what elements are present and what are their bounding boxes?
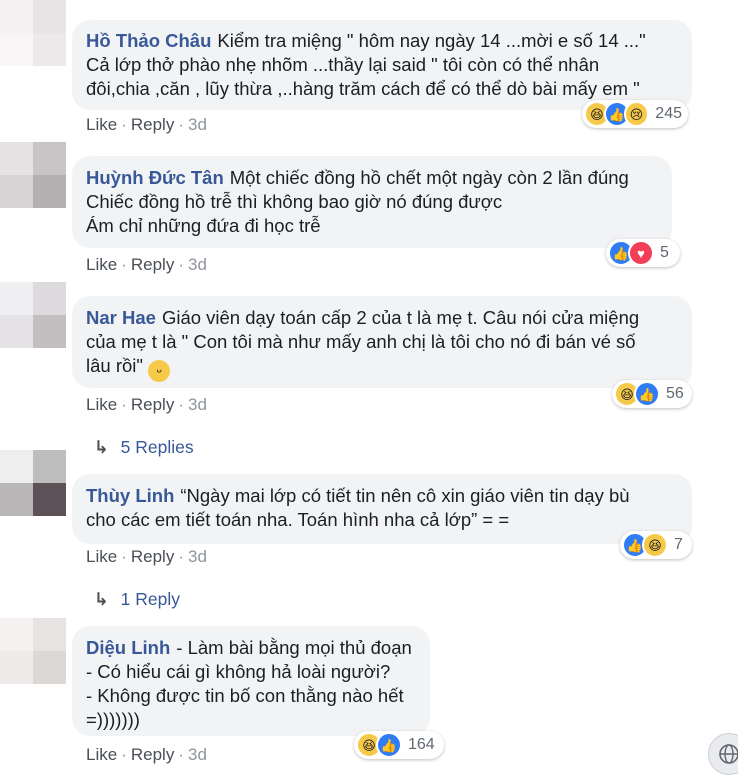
reply-link[interactable]: Reply	[131, 255, 174, 274]
separator: ·	[121, 547, 127, 566]
comment-text: =)))))))	[86, 709, 140, 730]
separator: ·	[178, 395, 184, 414]
comment-text: Kiểm tra miệng " hôm nay ngày 14 ...mời …	[217, 30, 646, 51]
separator: ·	[121, 255, 127, 274]
replies-count[interactable]: 5 Replies	[121, 437, 194, 457]
avatar[interactable]	[0, 142, 66, 208]
reply-link[interactable]: Reply	[131, 745, 174, 764]
reaction-summary[interactable]: 😆 👍 164	[354, 731, 444, 759]
comment-text: Giáo viên dạy toán cấp 2 của t là mẹ t. …	[161, 307, 640, 328]
comment-actions: Like · Reply · 3d	[86, 395, 207, 415]
reply-link[interactable]: Reply	[131, 115, 174, 134]
comment-text: “Ngày mai lớp có tiết tin nên cô xin giá…	[180, 485, 630, 506]
avatar[interactable]	[0, 0, 66, 66]
comment-text: - Làm bài bằng mọi thủ đoạn	[176, 637, 412, 658]
comment-author[interactable]: Huỳnh Đức Tân	[86, 167, 224, 188]
comment-author[interactable]: Thùy Linh	[86, 485, 174, 506]
avatar[interactable]	[0, 618, 66, 684]
replies-count[interactable]: 1 Reply	[121, 589, 180, 609]
timestamp[interactable]: 3d	[188, 745, 207, 764]
comment-author[interactable]: Nar Hae	[86, 307, 156, 328]
reaction-count: 164	[408, 736, 435, 753]
reaction-summary[interactable]: 👍 😆 7	[620, 531, 692, 559]
comment-bubble: Nar Hae Giáo viên dạy toán cấp 2 của t là…	[72, 296, 692, 388]
comment-text: - Có hiểu cái gì không hả loài người?	[86, 661, 391, 682]
comment-text: Cả lớp thở phào nhẹ nhõm ...thầy lại sai…	[86, 54, 600, 75]
comment-text: cho các em tiết toán nha. Toán hình nha …	[86, 509, 510, 530]
timestamp[interactable]: 3d	[188, 395, 207, 414]
comment-bubble: Thùy Linh “Ngày mai lớp có tiết tin nên c…	[72, 474, 692, 544]
reply-arrow-icon: ↳	[94, 437, 109, 457]
separator: ·	[178, 745, 184, 764]
avatar[interactable]	[0, 450, 66, 516]
comment-actions: Like · Reply · 3d	[86, 115, 207, 135]
separator: ·	[121, 745, 127, 764]
sad-reaction-icon: 😢	[623, 101, 650, 127]
globe-icon[interactable]	[708, 733, 738, 775]
like-link[interactable]: Like	[86, 745, 117, 764]
separator: ·	[178, 115, 184, 134]
reaction-summary[interactable]: 😆 👍 56	[612, 380, 692, 408]
reaction-count: 56	[666, 385, 684, 402]
comment-actions: Like · Reply · 3d	[86, 255, 207, 275]
reaction-summary[interactable]: 👍 ♥ 5	[606, 239, 680, 267]
separator: ·	[121, 115, 127, 134]
comment-author[interactable]: Hồ Thảo Châu	[86, 30, 211, 51]
comment-author[interactable]: Diệu Linh	[86, 637, 170, 658]
reaction-count: 245	[655, 105, 682, 122]
reply-link[interactable]: Reply	[131, 547, 174, 566]
comment-bubble: Huỳnh Đức Tân Một chiếc đồng hồ chết một …	[72, 156, 672, 248]
comment-text: của mẹ t là " Con tôi mà như mấy anh chị…	[86, 331, 636, 352]
view-replies-link[interactable]: ↳ 5 Replies	[94, 437, 194, 458]
like-link[interactable]: Like	[86, 395, 117, 414]
comment-text: Một chiếc đồng hồ chết một ngày còn 2 lầ…	[229, 167, 629, 188]
reaction-summary[interactable]: 😆 👍 😢 245	[582, 100, 688, 128]
like-link[interactable]: Like	[86, 255, 117, 274]
timestamp[interactable]: 3d	[188, 115, 207, 134]
avatar[interactable]	[0, 282, 66, 348]
comment-text: lâu rồi"	[86, 355, 143, 376]
love-reaction-icon: ♥	[628, 240, 654, 266]
comment-bubble: Hồ Thảo Châu Kiểm tra miệng " hôm nay ngà…	[72, 20, 692, 110]
smile-emoji-icon: ᵕ	[148, 360, 171, 382]
comment-text: - Không được tin bố con thằng nào hết	[86, 685, 404, 706]
comment-bubble: Diệu Linh - Làm bài bằng mọi thủ đoạn - C…	[72, 626, 430, 736]
comment-actions: Like · Reply · 3d	[86, 547, 207, 567]
separator: ·	[178, 255, 184, 274]
separator: ·	[121, 395, 127, 414]
comment-actions: Like · Reply · 3d	[86, 745, 207, 765]
comment-text: đôi,chia ,căn , lũy thừa ,..hàng trăm cá…	[86, 78, 640, 99]
reply-arrow-icon: ↳	[94, 589, 109, 609]
comment-text: Chiếc đồng hồ trễ thì không bao giờ nó đ…	[86, 191, 503, 212]
reaction-count: 7	[674, 536, 683, 553]
view-replies-link[interactable]: ↳ 1 Reply	[94, 589, 180, 610]
like-reaction-icon: 👍	[376, 732, 402, 758]
like-reaction-icon: 👍	[634, 381, 660, 407]
reaction-count: 5	[660, 244, 669, 261]
comment-text: Ám chỉ những đứa đi học trễ	[86, 215, 321, 236]
reply-link[interactable]: Reply	[131, 395, 174, 414]
timestamp[interactable]: 3d	[188, 255, 207, 274]
like-link[interactable]: Like	[86, 115, 117, 134]
timestamp[interactable]: 3d	[188, 547, 207, 566]
haha-reaction-icon: 😆	[642, 532, 668, 558]
like-link[interactable]: Like	[86, 547, 117, 566]
separator: ·	[178, 547, 184, 566]
